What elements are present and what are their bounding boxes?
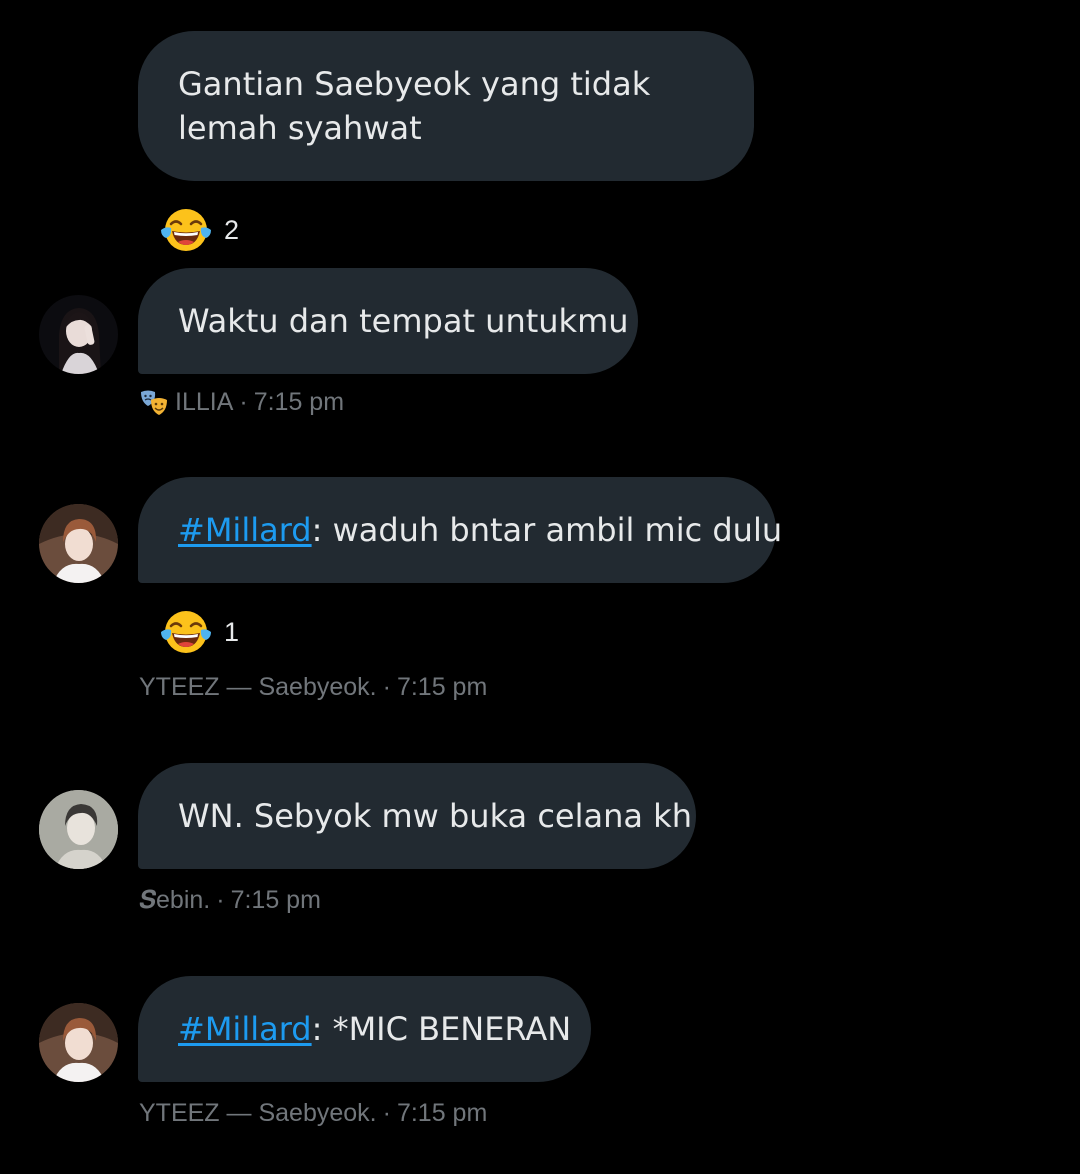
avatar-image (39, 295, 118, 374)
avatar-image (39, 1003, 118, 1082)
message-meta: YTEEZ — Saebyeok. · 7:15 pm (139, 1099, 487, 1128)
message-bubble[interactable]: #Millard: waduh bntar ambil mic dulu (138, 477, 782, 583)
message-bubble[interactable]: Waktu dan tempat untukmu (138, 268, 638, 374)
message-bubble[interactable]: WN. Sebyok mw buka celana kh (138, 763, 696, 869)
timestamp: 7:15 pm (396, 673, 488, 701)
reaction-pill[interactable]: 1 (160, 607, 239, 657)
reaction-count: 2 (224, 214, 240, 245)
performing-arts-icon (141, 390, 167, 415)
avatar[interactable] (39, 1003, 118, 1082)
message-text: : waduh bntar ambil mic dulu (311, 511, 783, 549)
avatar[interactable] (39, 295, 118, 374)
message-text: WN. Sebyok mw buka celana kh (178, 797, 692, 835)
message-meta: ILLIA · 7:15 pm (139, 388, 344, 417)
sender-name[interactable]: YTEEZ — Saebyeok. (139, 673, 377, 702)
avatar-image (39, 790, 118, 869)
face-with-tears-of-joy-icon (161, 209, 211, 251)
sender-name[interactable]: ILLIA (175, 388, 233, 417)
separator: · (382, 1099, 391, 1127)
message-meta: 𝑺ebin. · 7:15 pm (139, 886, 321, 915)
message-meta: YTEEZ — Saebyeok. · 7:15 pm (139, 673, 487, 702)
avatar-image (39, 504, 118, 583)
hashtag-link[interactable]: #Millard (178, 511, 312, 549)
reaction-count: 1 (224, 616, 240, 647)
timestamp: 7:15 pm (396, 1099, 488, 1127)
message-bubble[interactable]: #Millard: *MIC BENERAN (138, 976, 591, 1082)
message-bubble[interactable]: Gantian Saebyeok yang tidak lemah syahwa… (138, 31, 754, 181)
message-text: : *MIC BENERAN (311, 1010, 572, 1048)
separator: · (239, 388, 248, 416)
message-text: Waktu dan tempat untukmu (178, 302, 629, 340)
face-with-tears-of-joy-icon (161, 611, 211, 653)
sender-name[interactable]: 𝑺ebin. (139, 886, 210, 915)
timestamp: 7:15 pm (230, 886, 321, 914)
avatar[interactable] (39, 790, 118, 869)
message-text: Gantian Saebyeok yang tidak lemah syahwa… (178, 65, 651, 147)
separator: · (382, 673, 391, 701)
timestamp: 7:15 pm (253, 388, 345, 416)
sender-name[interactable]: YTEEZ — Saebyeok. (139, 1099, 377, 1128)
separator: · (216, 886, 225, 914)
avatar[interactable] (39, 504, 118, 583)
hashtag-link[interactable]: #Millard (178, 1010, 312, 1048)
reaction-pill[interactable]: 2 (160, 205, 239, 255)
